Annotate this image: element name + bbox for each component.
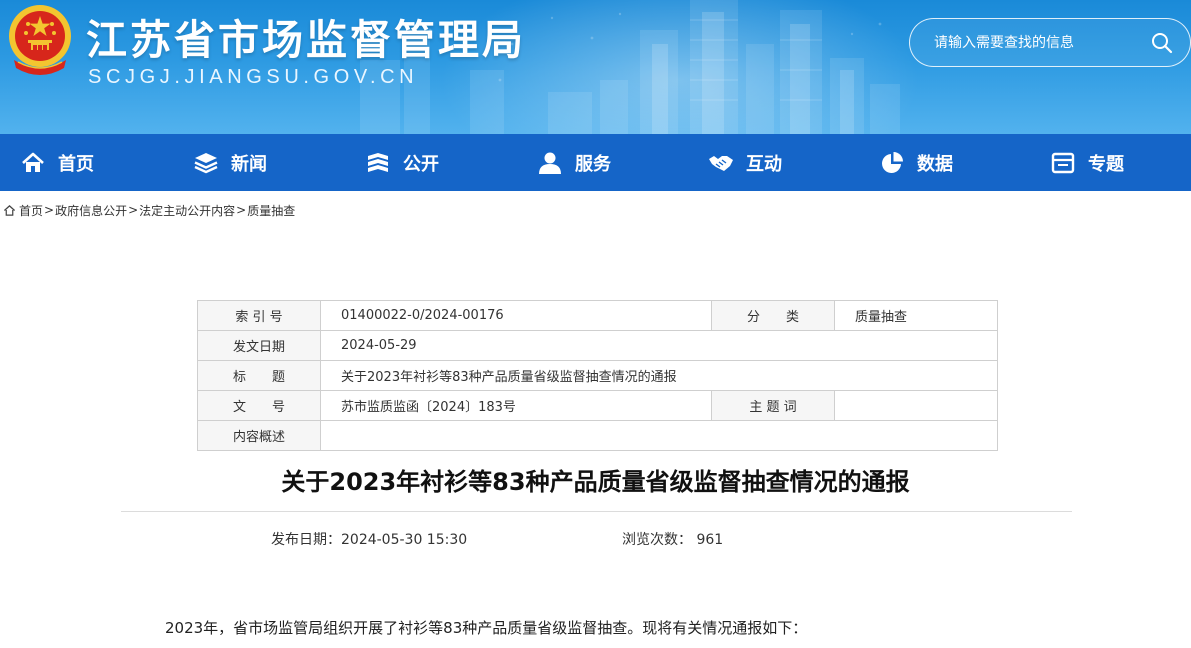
search-input[interactable] [934, 31, 1134, 55]
docno-label: 文 号 [197, 390, 321, 421]
index-value: 01400022-0/2024-00176 [320, 300, 712, 331]
title-label: 标 题 [197, 360, 321, 391]
date-value: 2024-05-29 [320, 330, 998, 361]
search-box [909, 18, 1191, 67]
table-row: 索 引 号 01400022-0/2024-00176 分 类 质量抽查 [197, 300, 998, 331]
nav-label: 公开 [403, 153, 439, 175]
nav-item-topic[interactable]: 专题 [1050, 134, 1124, 191]
index-label: 索 引 号 [197, 300, 321, 331]
title-value: 关于2023年衬衫等83种产品质量省级监督抽查情况的通报 [320, 360, 998, 391]
title-divider [121, 511, 1072, 512]
breadcrumb-separator: > [236, 203, 247, 217]
table-row: 发文日期 2024-05-29 [197, 330, 998, 361]
publish-date-value: 2024-05-30 15:30 [341, 532, 468, 548]
subject-label: 主 题 词 [711, 390, 835, 421]
pie-chart-icon [882, 151, 903, 173]
category-label: 分 类 [711, 300, 835, 331]
search-icon[interactable] [1150, 31, 1174, 55]
docno-value: 苏市监质监函〔2024〕183号 [320, 390, 712, 421]
summary-value [320, 420, 998, 451]
person-icon [539, 152, 561, 174]
breadcrumb-separator: > [44, 203, 55, 217]
article-paragraph: 2023年，省市场监管局组织开展了衬衫等83种产品质量省级监督抽查。现将有关情况… [165, 619, 808, 637]
view-count-label: 浏览次数： [622, 532, 692, 548]
category-value: 质量抽查 [834, 300, 998, 331]
national-emblem [9, 5, 71, 75]
home-icon [22, 152, 44, 172]
publish-date-label: 发布日期： [271, 532, 341, 548]
nav-item-data[interactable]: 数据 [879, 134, 953, 191]
nav-label: 首页 [58, 153, 94, 175]
breadcrumb-separator: > [128, 203, 139, 217]
home-icon [3, 204, 16, 216]
view-count-value: 961 [696, 532, 724, 548]
nav-label: 服务 [575, 153, 611, 175]
table-row: 标 题 关于2023年衬衫等83种产品质量省级监督抽查情况的通报 [197, 360, 998, 391]
breadcrumb-quality-check[interactable]: 质量抽查 [247, 202, 295, 219]
view-count: 浏览次数： 961 [622, 529, 724, 548]
table-row: 内容概述 [197, 420, 998, 451]
breadcrumb: 首页 > 政府信息公开 > 法定主动公开内容 > 质量抽查 [3, 201, 295, 219]
topic-icon [1051, 152, 1075, 173]
site-domain: SCJGJ.JIANGSU.GOV.CN [88, 66, 419, 88]
nav-item-service[interactable]: 服务 [537, 134, 611, 191]
nav-label: 新闻 [231, 153, 267, 175]
breadcrumb-gov-info[interactable]: 政府信息公开 [55, 202, 127, 219]
site-banner: 江苏省市场监督管理局 SCJGJ.JIANGSU.GOV.CN [0, 0, 1191, 134]
nav-label: 互动 [746, 153, 782, 175]
open-book-icon [368, 152, 388, 172]
subject-value [834, 390, 998, 421]
nav-item-open[interactable]: 公开 [365, 134, 439, 191]
nav-label: 数据 [917, 153, 953, 175]
handshake-icon [709, 155, 733, 171]
nav-label: 专题 [1088, 153, 1124, 175]
document-info-table: 索 引 号 01400022-0/2024-00176 分 类 质量抽查 发文日… [197, 300, 998, 451]
nav-item-home[interactable]: 首页 [20, 134, 94, 191]
nav-item-interact[interactable]: 互动 [708, 134, 782, 191]
date-label: 发文日期 [197, 330, 321, 361]
article-title: 关于2023年衬衫等83种产品质量省级监督抽查情况的通报 [281, 468, 910, 496]
summary-label: 内容概述 [197, 420, 321, 451]
breadcrumb-home[interactable]: 首页 [19, 202, 43, 219]
site-title[interactable]: 江苏省市场监督管理局 [86, 6, 526, 66]
table-row: 文 号 苏市监质监函〔2024〕183号 主 题 词 [197, 390, 998, 421]
layers-icon [194, 152, 218, 173]
breadcrumb-statutory[interactable]: 法定主动公开内容 [139, 202, 235, 219]
main-nav: 首页 新闻 公开 服务 互动 数据 专题 [0, 134, 1191, 191]
publish-date: 发布日期：2024-05-30 15:30 [271, 529, 468, 548]
nav-item-news[interactable]: 新闻 [193, 134, 267, 191]
